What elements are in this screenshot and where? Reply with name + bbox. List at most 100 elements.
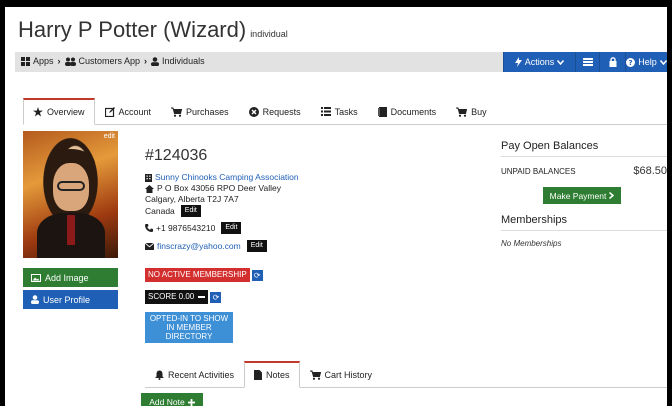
refresh-icon[interactable]: ⟳ <box>210 291 222 303</box>
activity-tabs: Recent Activities Notes Cart History <box>145 361 667 388</box>
phone-icon <box>145 224 153 232</box>
circle-x-icon <box>248 106 259 117</box>
edit-phone-button[interactable]: Edit <box>221 222 242 234</box>
chevron-down-icon <box>557 59 565 65</box>
page-title: Harry P Potter (Wizard) <box>18 17 247 42</box>
breadcrumb-customers-app[interactable]: Customers App <box>64 56 141 66</box>
user-profile-button[interactable]: User Profile <box>23 290 118 309</box>
minus-icon <box>198 295 206 298</box>
make-payment-label: Make Payment <box>549 190 607 201</box>
actions-label: Actions <box>524 57 555 67</box>
email-link[interactable]: finscrazy@yahoo.com <box>157 241 241 252</box>
add-image-button[interactable]: Add Image <box>23 268 118 287</box>
tab-purchases[interactable]: Purchases <box>161 98 239 125</box>
help-label: Help <box>638 57 657 67</box>
help-button[interactable]: ? Help <box>625 52 667 72</box>
score-label: SCORE 0.00 <box>148 292 195 301</box>
phone-number: +1 9876543210 <box>156 222 216 233</box>
tab-label: Purchases <box>186 106 229 117</box>
tab-recent-activities[interactable]: Recent Activities <box>145 361 244 388</box>
app-frame: Harry P Potter (Wizard) individual Apps ›… <box>5 7 667 406</box>
tab-buy[interactable]: Buy <box>446 98 497 125</box>
balances-heading: Pay Open Balances <box>501 140 667 157</box>
nav-actions: Actions ? Help <box>503 52 667 72</box>
user-profile-label: User Profile <box>43 294 91 305</box>
cart-icon <box>171 107 183 117</box>
cart-icon <box>309 370 321 380</box>
breadcrumb-label: Customers App <box>78 56 141 66</box>
lock-button[interactable] <box>599 52 625 72</box>
member-details: #124036 Sunny Chinooks Camping Associati… <box>145 147 445 344</box>
breadcrumb-label: Apps <box>33 56 54 66</box>
top-navbar: Apps › Customers App › Individuals Actio… <box>15 52 667 72</box>
chevron-right-icon <box>609 192 615 199</box>
building-icon <box>145 173 152 182</box>
edit-icon <box>104 106 115 117</box>
right-panel: Pay Open Balances UNPAID BALANCES $68.50… <box>501 140 667 248</box>
refresh-icon[interactable]: ⟳ <box>251 269 263 281</box>
tab-tasks[interactable]: Tasks <box>311 98 368 125</box>
membership-status-badge: NO ACTIVE MEMBERSHIP <box>145 268 250 282</box>
profile-card: edit <box>23 131 118 261</box>
actions-button[interactable]: Actions <box>503 52 575 72</box>
user-icon <box>151 56 160 66</box>
add-note-button[interactable]: Add Note <box>141 393 203 406</box>
opted-in-row: OPTED-IN TO SHOW IN MEMBER DIRECTORY <box>145 312 445 344</box>
title-row: Harry P Potter (Wizard) individual <box>18 17 288 47</box>
member-id: #124036 <box>145 147 208 164</box>
unpaid-balances-label: UNPAID BALANCES <box>501 166 576 176</box>
chevron-right-icon: › <box>57 56 61 66</box>
avatar-glasses <box>57 181 85 191</box>
tab-documents[interactable]: Documents <box>368 98 447 125</box>
tab-label: Account <box>118 106 152 117</box>
chevron-down-icon <box>659 59 667 65</box>
tab-notes[interactable]: Notes <box>244 361 300 388</box>
edit-image-link[interactable]: edit <box>104 133 115 140</box>
profile-image[interactable]: edit <box>23 131 118 258</box>
tab-label: Cart History <box>324 369 373 380</box>
list-view-button[interactable] <box>575 52 599 72</box>
tab-overview[interactable]: Overview <box>23 98 95 125</box>
organization-name[interactable]: Sunny Chinooks Camping Association <box>155 172 299 183</box>
svg-text:?: ? <box>629 59 633 67</box>
edit-email-button[interactable]: Edit <box>246 240 267 252</box>
bolt-icon <box>514 57 522 67</box>
address-text: Calgary, Alberta T2J 7A7 <box>145 194 239 204</box>
book-icon <box>377 106 387 117</box>
tab-label: Recent Activities <box>168 369 235 380</box>
breadcrumb-individuals[interactable]: Individuals <box>151 56 205 66</box>
edit-address-button[interactable]: Edit <box>180 205 201 217</box>
tab-cart-history[interactable]: Cart History <box>300 361 383 388</box>
tab-requests[interactable]: Requests <box>239 98 311 125</box>
lock-icon <box>609 57 616 67</box>
organization-line: Sunny Chinooks Camping Association <box>145 172 445 183</box>
main-tabs: Overview Account Purchases Requests Task… <box>23 98 667 125</box>
file-icon <box>254 370 263 380</box>
tab-account[interactable]: Account <box>95 98 162 125</box>
unpaid-balances-value: $68.50 <box>633 165 667 177</box>
envelope-icon <box>145 242 154 250</box>
tab-label: Documents <box>390 106 437 117</box>
star-icon <box>33 107 43 117</box>
grid-icon <box>21 56 30 66</box>
make-payment-button[interactable]: Make Payment <box>543 187 621 204</box>
add-note-label: Add Note <box>149 397 185 406</box>
membership-status-row: NO ACTIVE MEMBERSHIP ⟳ <box>145 268 445 282</box>
breadcrumb-apps[interactable]: Apps <box>21 56 54 66</box>
memberships-heading: Memberships <box>501 214 667 231</box>
user-icon <box>31 295 39 304</box>
address-line-1: P O Box 43056 RPO Deer Valley <box>145 183 445 194</box>
tab-label: Notes <box>266 370 290 380</box>
cart-icon <box>456 107 468 117</box>
tab-label: Requests <box>262 106 301 117</box>
balances-row: UNPAID BALANCES $68.50 <box>501 165 667 177</box>
users-icon <box>64 57 76 66</box>
score-row: SCORE 0.00 ⟳ <box>145 290 445 304</box>
add-image-label: Add Image <box>45 272 89 283</box>
tab-label: Tasks <box>334 106 358 117</box>
address-text: P O Box 43056 RPO Deer Valley <box>157 183 281 193</box>
image-icon <box>31 273 41 282</box>
opted-in-badge: OPTED-IN TO SHOW IN MEMBER DIRECTORY <box>145 312 233 343</box>
page-subtitle: individual <box>250 29 288 39</box>
question-circle-icon: ? <box>626 57 636 67</box>
